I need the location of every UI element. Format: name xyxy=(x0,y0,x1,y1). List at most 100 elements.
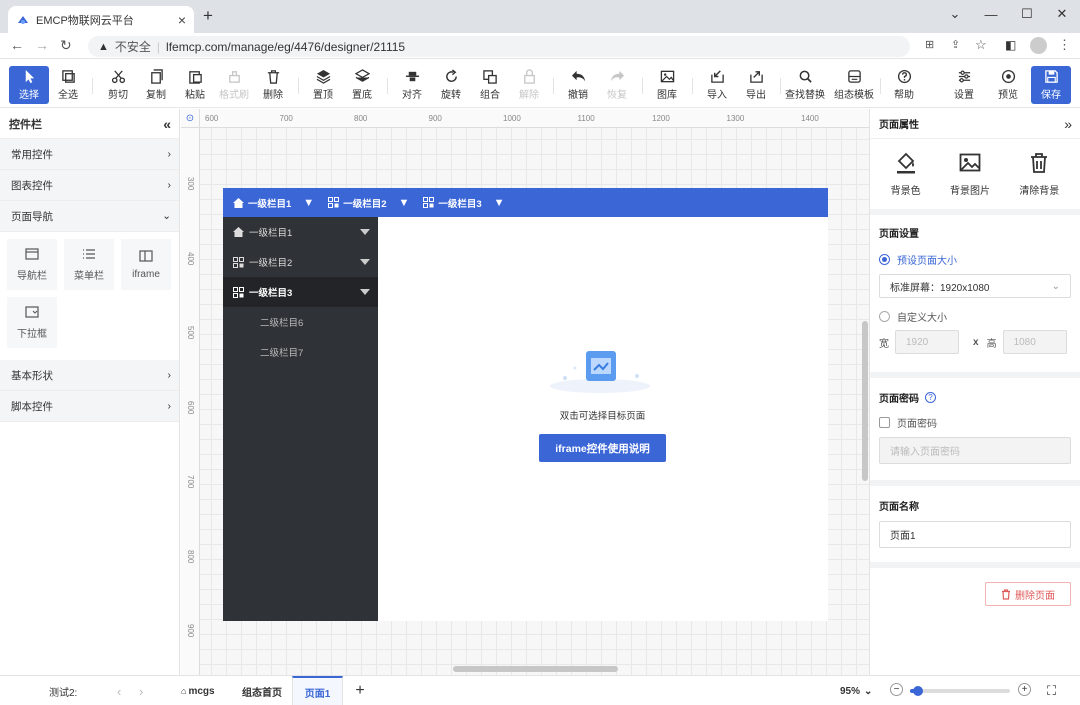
copy-icon xyxy=(150,69,163,84)
design-page[interactable]: 一级栏目1 ▼ 一级栏目2 ▼ 一级栏目3 ▼ 一级栏目1 一级栏目2 一级栏目… xyxy=(223,188,828,621)
height-input[interactable]: 1080 xyxy=(1002,330,1067,354)
group-button[interactable]: 组合 xyxy=(470,66,510,104)
browser-menu-icon[interactable]: ⋮ xyxy=(1058,37,1071,53)
side-nav-subitem[interactable]: 二级栏目6 xyxy=(223,307,378,337)
component-menubar[interactable]: 菜单栏 xyxy=(64,239,114,290)
collapse-left-icon[interactable]: « xyxy=(163,116,171,132)
scissors-icon xyxy=(111,70,125,84)
preset-size-select[interactable]: 标准屏幕：1920x1080 ⌄ xyxy=(879,274,1071,298)
add-page-button[interactable]: + xyxy=(352,676,368,705)
delete-page-button[interactable]: 删除页面 xyxy=(985,582,1071,606)
preview-button[interactable]: 预览 xyxy=(988,66,1028,104)
redo-button[interactable]: 恢复 xyxy=(597,66,637,104)
new-tab-button[interactable]: + xyxy=(203,6,213,26)
maximize-icon[interactable]: ☐ xyxy=(1009,0,1045,28)
url-field[interactable]: ▲ 不安全 | lfemcp.com/manage/eg/4476/design… xyxy=(88,36,910,57)
side-nav-item[interactable]: 一级栏目2 xyxy=(223,247,378,277)
zoom-slider-handle[interactable] xyxy=(913,686,923,696)
settings-button[interactable]: 设置 xyxy=(944,66,984,104)
translate-icon[interactable]: ⊞ xyxy=(925,38,934,51)
save-button[interactable]: 保存 xyxy=(1031,66,1071,104)
bg-image-button[interactable]: 背景图片 xyxy=(950,152,990,197)
layers-top-icon xyxy=(316,69,330,84)
category-common[interactable]: 常用控件 › xyxy=(0,139,179,170)
side-nav-item[interactable]: 一级栏目1 xyxy=(223,217,378,247)
close-tab-icon[interactable]: × xyxy=(178,12,186,28)
top-navbar[interactable]: 一级栏目1 ▼ 一级栏目2 ▼ 一级栏目3 ▼ xyxy=(223,188,828,217)
custom-size-radio[interactable]: 自定义大小 xyxy=(879,309,1071,324)
component-navbar[interactable]: 导航栏 xyxy=(7,239,57,290)
side-nav-item-selected[interactable]: 一级栏目3 xyxy=(223,277,378,307)
help-button[interactable]: 帮助 xyxy=(884,66,924,104)
side-menubar[interactable]: 一级栏目1 一级栏目2 一级栏目3 二级栏目6 二级栏目7 xyxy=(223,217,378,621)
component-dropdown[interactable]: 下拉框 xyxy=(7,297,57,348)
format-brush-button[interactable]: 格式刷 xyxy=(214,66,254,104)
category-charts[interactable]: 图表控件 › xyxy=(0,170,179,201)
iframe-help-button[interactable]: iframe控件使用说明 xyxy=(539,434,666,462)
browser-tab[interactable]: EMCP物联网云平台 × xyxy=(8,6,194,33)
ungroup-button[interactable]: 解除 xyxy=(509,66,549,104)
help-circle-icon[interactable]: ? xyxy=(925,392,936,403)
clear-bg-button[interactable]: 清除背景 xyxy=(1019,152,1059,197)
tab-scroll-right-icon[interactable]: › xyxy=(139,676,143,705)
cut-button[interactable]: 剪切 xyxy=(98,66,138,104)
profile-avatar[interactable] xyxy=(1030,37,1047,54)
top-nav-item[interactable]: 一级栏目2 xyxy=(328,196,386,210)
minimize-icon[interactable]: — xyxy=(973,0,1009,28)
page-tab-home[interactable]: 组态首页 xyxy=(242,676,282,705)
select-all-button[interactable]: 全选 xyxy=(48,66,88,104)
canvas-horizontal-scrollbar[interactable] xyxy=(453,666,618,672)
password-input[interactable]: 请输入页面密码 xyxy=(879,437,1071,464)
tab-search-icon[interactable]: ⌄ xyxy=(937,0,973,28)
export-button[interactable]: 导出 xyxy=(736,66,776,104)
bottom-bar: 测试2: ‹ › ⌂ mcgs 组态首页 页面1 + 95% ⌄ − + ⛶ xyxy=(0,675,1080,705)
redo-label: 恢复 xyxy=(607,90,627,101)
category-page-nav[interactable]: 页面导航 ⌄ xyxy=(0,201,179,232)
template-button[interactable]: 组态模板 xyxy=(834,66,874,104)
forward-icon[interactable]: → xyxy=(35,37,49,53)
side-nav-subitem[interactable]: 二级栏目7 xyxy=(223,337,378,367)
import-button[interactable]: 导入 xyxy=(697,66,737,104)
bring-top-button[interactable]: 置顶 xyxy=(303,66,343,104)
top-nav-item[interactable]: 一级栏目1 xyxy=(233,196,291,210)
zoom-select[interactable]: 95% ⌄ xyxy=(840,676,872,705)
design-canvas[interactable]: ⊙ 600 700 800 900 1000 1100 1200 1300 1400 300 40… xyxy=(181,109,869,675)
back-icon[interactable]: ← xyxy=(10,37,24,53)
bookmark-star-icon[interactable]: ☆ xyxy=(975,37,987,53)
preset-size-radio[interactable]: 预设页面大小 xyxy=(879,252,1071,267)
url-text: lfemcp.com/manage/eg/4476/designer/21115 xyxy=(166,39,406,54)
bg-color-button[interactable]: 背景色 xyxy=(891,152,921,197)
share-icon[interactable]: ⇪ xyxy=(951,38,960,51)
zoom-out-button[interactable]: − xyxy=(890,683,903,696)
page-tab-mcgs[interactable]: ⌂ mcgs xyxy=(181,676,215,705)
gallery-button[interactable]: 图库 xyxy=(647,66,687,104)
category-script[interactable]: 脚本控件 › xyxy=(0,391,179,422)
page-tab-label: mcgs xyxy=(188,685,215,697)
side-panel-icon[interactable]: ◧ xyxy=(1005,38,1016,52)
zoom-in-button[interactable]: + xyxy=(1018,683,1031,696)
width-input[interactable]: 1920 xyxy=(895,330,959,354)
component-iframe[interactable]: iframe xyxy=(121,239,171,290)
reload-icon[interactable]: ↻ xyxy=(60,37,72,54)
top-nav-item[interactable]: 一级栏目3 xyxy=(423,196,482,210)
send-bottom-button[interactable]: 置底 xyxy=(342,66,382,104)
select-button[interactable]: 选择 xyxy=(9,66,49,104)
horizontal-ruler: 600 700 800 900 1000 1100 1200 1300 1400 xyxy=(200,109,869,128)
canvas-vertical-scrollbar[interactable] xyxy=(862,321,868,481)
copy-button[interactable]: 复制 xyxy=(136,66,176,104)
collapse-right-icon[interactable]: » xyxy=(1064,116,1072,132)
password-checkbox[interactable]: 页面密码 xyxy=(879,415,1071,430)
window-close-icon[interactable]: ✕ xyxy=(1044,0,1080,28)
page-tab-page1[interactable]: 页面1 xyxy=(292,676,343,705)
find-replace-button[interactable]: 查找替换 xyxy=(785,66,825,104)
rotate-button[interactable]: 旋转 xyxy=(431,66,471,104)
undo-button[interactable]: 撤销 xyxy=(558,66,598,104)
delete-button[interactable]: 删除 xyxy=(253,66,293,104)
page-name-input[interactable]: 页面1 xyxy=(879,521,1071,548)
tab-scroll-left-icon[interactable]: ‹ xyxy=(117,676,121,705)
category-shapes[interactable]: 基本形状 › xyxy=(0,360,179,391)
paste-button[interactable]: 粘贴 xyxy=(175,66,215,104)
align-button[interactable]: 对齐 xyxy=(392,66,432,104)
fullscreen-icon[interactable]: ⛶ xyxy=(1047,676,1056,705)
zoom-slider[interactable] xyxy=(910,686,1010,696)
